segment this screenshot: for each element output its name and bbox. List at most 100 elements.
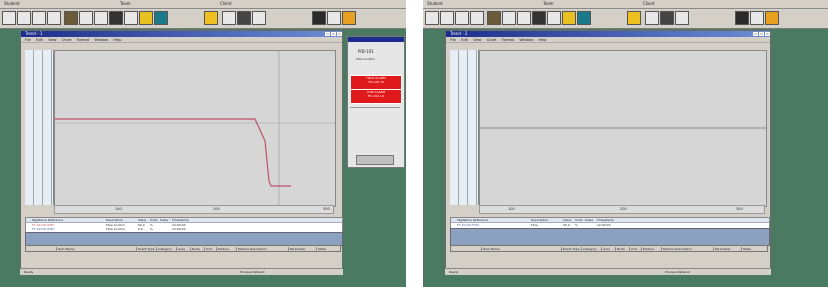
legend-col-value: Value bbox=[563, 218, 572, 222]
event-col-unit[interactable]: Unit bbox=[629, 247, 637, 252]
start-icon[interactable] bbox=[2, 11, 16, 25]
trend-window: Trend - 1 File Edit View Chart Format Wi… bbox=[20, 30, 343, 270]
y-axis-stack bbox=[450, 50, 479, 205]
page-icon[interactable] bbox=[470, 11, 484, 25]
grid-icon[interactable] bbox=[154, 11, 168, 25]
event-col-area[interactable]: Area bbox=[176, 247, 185, 252]
display-icon[interactable] bbox=[735, 11, 749, 25]
pointer-icon[interactable] bbox=[532, 11, 546, 25]
alarm-box-2[interactable]: LOW ALARM FIC-101 LO bbox=[350, 89, 402, 104]
network-icon[interactable] bbox=[252, 11, 266, 25]
event-col-state[interactable]: State bbox=[741, 247, 751, 252]
faceplate-buttons[interactable] bbox=[356, 155, 394, 165]
event-col-item[interactable]: Item Name bbox=[56, 247, 75, 252]
pencil-icon[interactable] bbox=[94, 11, 108, 25]
screenshot-left: Student Team Client Trend - 1 File Edit … bbox=[0, 0, 406, 287]
document-icon[interactable] bbox=[455, 11, 469, 25]
close-button[interactable] bbox=[337, 32, 342, 36]
trend-plot[interactable] bbox=[54, 50, 336, 207]
event-col-area[interactable]: Area bbox=[601, 247, 610, 252]
minimize-button[interactable] bbox=[325, 32, 330, 36]
minimize-button[interactable] bbox=[753, 32, 758, 36]
close-icon[interactable] bbox=[547, 11, 561, 25]
window-icon[interactable] bbox=[502, 11, 516, 25]
system-top-bar: Student Team Client bbox=[423, 0, 828, 9]
display-icon[interactable] bbox=[312, 11, 326, 25]
lock-icon[interactable] bbox=[204, 11, 218, 25]
folder-icon[interactable] bbox=[17, 11, 31, 25]
chart-toolbar bbox=[446, 42, 770, 49]
graph-icon[interactable] bbox=[64, 11, 78, 25]
legend-col-time: Timestamp bbox=[172, 218, 189, 222]
network-icon[interactable] bbox=[675, 11, 689, 25]
monitor-icon[interactable] bbox=[660, 11, 674, 25]
page-icon[interactable] bbox=[47, 11, 61, 25]
user-icon[interactable] bbox=[765, 11, 779, 25]
main-toolbar bbox=[423, 9, 828, 29]
monitor-icon[interactable] bbox=[237, 11, 251, 25]
grid-icon[interactable] bbox=[577, 11, 591, 25]
event-list-header: Item Name Event Type Category Area Node … bbox=[450, 245, 768, 252]
alarm-box-1[interactable]: HIGH ALARM FIC-101 HI bbox=[350, 75, 402, 90]
y-axis-3 bbox=[43, 50, 52, 205]
event-col-parameter[interactable]: Parameter bbox=[288, 247, 306, 252]
legend-time: 12:00:00 bbox=[597, 223, 611, 227]
legend-col-desc: Description bbox=[531, 218, 549, 222]
alarm-bell-icon[interactable] bbox=[139, 11, 153, 25]
start-icon[interactable] bbox=[425, 11, 439, 25]
event-col-item[interactable]: Item Name bbox=[481, 247, 500, 252]
alarm-1-tag: FIC-101 HI bbox=[368, 80, 384, 84]
status-right: Process Network bbox=[665, 270, 690, 274]
chart-icon[interactable] bbox=[327, 11, 341, 25]
graph-icon[interactable] bbox=[487, 11, 501, 25]
event-col-unit[interactable]: Unit bbox=[204, 247, 212, 252]
maximize-button[interactable] bbox=[759, 32, 764, 36]
faceplate-titlebar[interactable] bbox=[348, 37, 404, 42]
legend-col-tag: Tag/Name Reference bbox=[32, 218, 64, 222]
event-col-category[interactable]: Category bbox=[581, 247, 597, 252]
event-col-type[interactable]: Event Type bbox=[561, 247, 579, 252]
event-col-type[interactable]: Event Type bbox=[136, 247, 154, 252]
tools-icon[interactable] bbox=[645, 11, 659, 25]
close-icon[interactable] bbox=[124, 11, 138, 25]
trend-plot[interactable] bbox=[479, 50, 767, 207]
event-col-state[interactable]: State bbox=[316, 247, 326, 252]
screenshot-right: Student Team Client Trend - 2 File Edit … bbox=[423, 0, 828, 287]
event-col-moddesc[interactable]: Module Description bbox=[661, 247, 692, 252]
alarm-bell-icon[interactable] bbox=[562, 11, 576, 25]
lock-icon[interactable] bbox=[627, 11, 641, 25]
legend-row[interactable]: FT-201/OUT/PV Flow 50.0 % 12:00:00 bbox=[451, 223, 769, 227]
legend-units: % bbox=[150, 227, 153, 231]
legend-col-units: Units bbox=[575, 218, 583, 222]
legend-desc: Flow Control bbox=[106, 227, 125, 231]
close-button[interactable] bbox=[765, 32, 770, 36]
event-col-module[interactable]: Module bbox=[641, 247, 654, 252]
top-bar-user: Student bbox=[427, 1, 443, 6]
legend-tag: FT-201/OUT/PV bbox=[457, 223, 480, 227]
event-col-parameter[interactable]: Parameter bbox=[713, 247, 731, 252]
pencil-icon[interactable] bbox=[517, 11, 531, 25]
legend-col-desc: Description bbox=[106, 218, 124, 222]
trend-trace bbox=[55, 118, 291, 187]
document-icon[interactable] bbox=[32, 11, 46, 25]
event-col-moddesc[interactable]: Module Description bbox=[236, 247, 267, 252]
tools-icon[interactable] bbox=[222, 11, 236, 25]
event-col-category[interactable]: Category bbox=[156, 247, 172, 252]
y-axis-stack bbox=[25, 50, 54, 205]
pointer-icon[interactable] bbox=[109, 11, 123, 25]
legend-row[interactable]: FT-102/OUT/PV Flow Control 0.0 % 12:00:0… bbox=[26, 227, 342, 231]
status-right: Process Network bbox=[240, 270, 265, 274]
maximize-button[interactable] bbox=[331, 32, 336, 36]
status-left: Ready bbox=[449, 270, 459, 274]
event-col-node[interactable]: Node bbox=[190, 247, 200, 252]
event-col-module[interactable]: Module bbox=[216, 247, 229, 252]
chart-icon[interactable] bbox=[750, 11, 764, 25]
faceplate-body bbox=[350, 107, 400, 158]
user-icon[interactable] bbox=[342, 11, 356, 25]
event-col-node[interactable]: Node bbox=[615, 247, 625, 252]
window-icon[interactable] bbox=[79, 11, 93, 25]
legend-col-value: Value bbox=[138, 218, 147, 222]
trend-window-title: Trend - 1 bbox=[25, 31, 43, 36]
folder-icon[interactable] bbox=[440, 11, 454, 25]
x-tick: 300 bbox=[323, 207, 330, 211]
